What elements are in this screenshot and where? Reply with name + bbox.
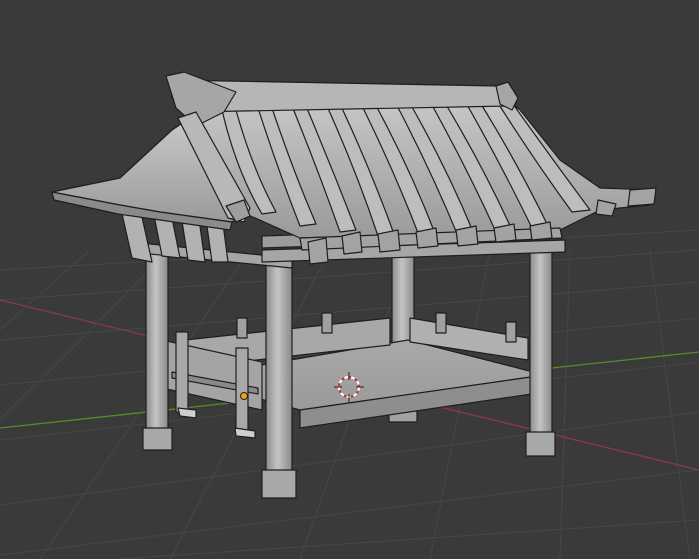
- pillar-front-left[interactable]: [145, 249, 169, 441]
- pillar-front-right-base[interactable]: [525, 431, 556, 457]
- object-origin[interactable]: [240, 392, 248, 400]
- pillar-front-center[interactable]: [265, 259, 293, 479]
- pillar-front-center-base[interactable]: [261, 469, 297, 499]
- pillar-front-right[interactable]: [529, 249, 553, 441]
- 3d-viewport[interactable]: [0, 0, 699, 559]
- pillar-front-left-base[interactable]: [142, 427, 173, 451]
- viewport-canvas[interactable]: [0, 0, 699, 559]
